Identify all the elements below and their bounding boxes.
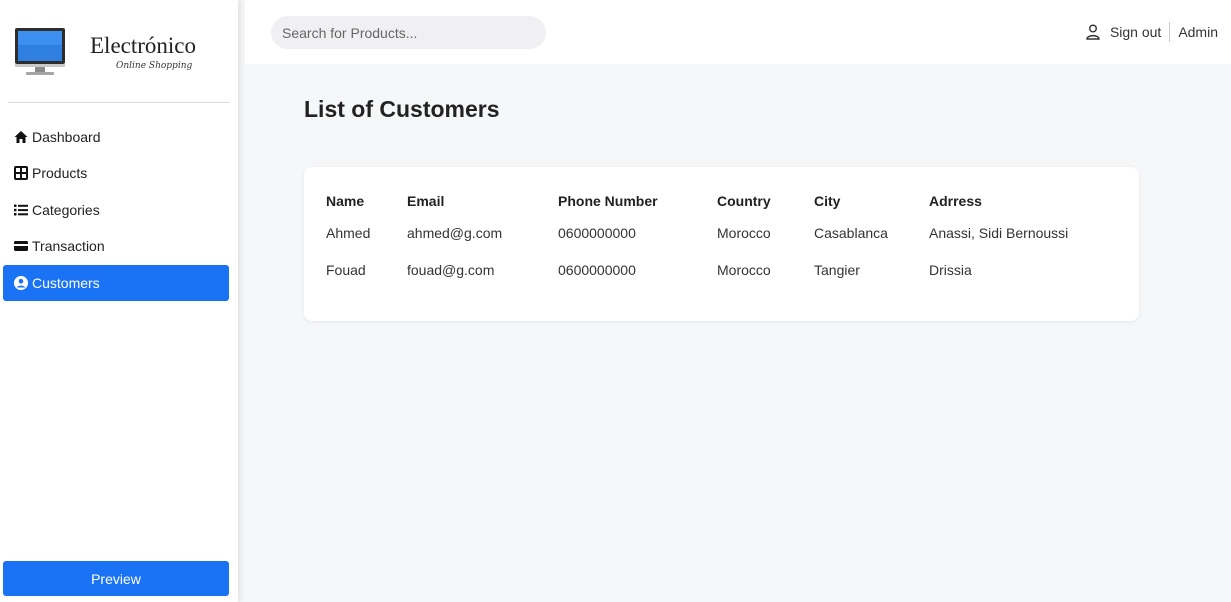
cell-phone: 0600000000 [558,224,636,241]
column-header-country: Country [717,192,771,209]
cell-name: Ahmed [326,224,371,241]
sidebar: Electrónico Online Shopping Dashboard Pr… [0,0,238,602]
cell-name: Fouad [326,261,366,278]
table-header-row: Name Email Phone Number Country City Adr… [316,187,1079,214]
home-icon [14,130,28,144]
sidebar-item-dashboard[interactable]: Dashboard [3,119,229,155]
cell-phone: 0600000000 [558,261,636,278]
cell-city: Casablanca [814,224,888,241]
column-header-email: Email [407,192,445,209]
credit-card-icon [14,239,28,253]
page-title: List of Customers [304,96,500,122]
user-menu: Sign out Admin [1086,22,1218,42]
cell-country: Morocco [717,261,771,278]
table-row: Fouad fouad@g.com 0600000000 Morocco Tan… [316,251,1079,288]
divider [1169,22,1171,42]
topbar: Sign out Admin [245,0,1231,64]
sidebar-item-label: Customers [32,275,100,291]
username-label[interactable]: Admin [1178,24,1218,40]
customers-card: Name Email Phone Number Country City Adr… [304,167,1139,321]
sidebar-divider [8,102,230,103]
user-circle-icon [14,276,28,290]
sidebar-item-customers[interactable]: Customers [3,265,229,301]
brand-tagline: Online Shopping [116,61,193,71]
customers-table: Name Email Phone Number Country City Adr… [316,187,1079,288]
cell-email: ahmed@g.com [407,224,503,241]
grid-icon [14,166,28,180]
column-header-city: City [814,192,841,209]
preview-button[interactable]: Preview [3,561,229,596]
search-input[interactable] [271,16,546,49]
sidebar-item-label: Categories [32,202,100,218]
monitor-icon [15,28,65,75]
sidebar-item-categories[interactable]: Categories [3,192,229,228]
column-header-name: Name [326,192,365,209]
sidebar-item-transaction[interactable]: Transaction [3,228,229,264]
brand-name: Electrónico [90,33,197,58]
brand-logo[interactable]: Electrónico Online Shopping [0,0,238,100]
sidebar-item-label: Products [32,165,88,181]
sidebar-item-label: Dashboard [32,129,101,145]
cell-city: Tangier [814,261,860,278]
cell-country: Morocco [717,224,771,241]
cell-email: fouad@g.com [407,261,495,278]
column-header-phone: Phone Number [558,192,658,209]
cell-address: Drissia [929,261,972,278]
cell-address: Anassi, Sidi Bernoussi [929,224,1069,241]
user-icon [1086,24,1100,40]
table-row: Ahmed ahmed@g.com 0600000000 Morocco Cas… [316,214,1079,251]
list-icon [14,203,28,217]
column-header-address: Adrress [929,192,982,209]
signout-link[interactable]: Sign out [1110,24,1161,40]
sidebar-item-products[interactable]: Products [3,155,229,191]
sidebar-item-label: Transaction [32,238,105,254]
